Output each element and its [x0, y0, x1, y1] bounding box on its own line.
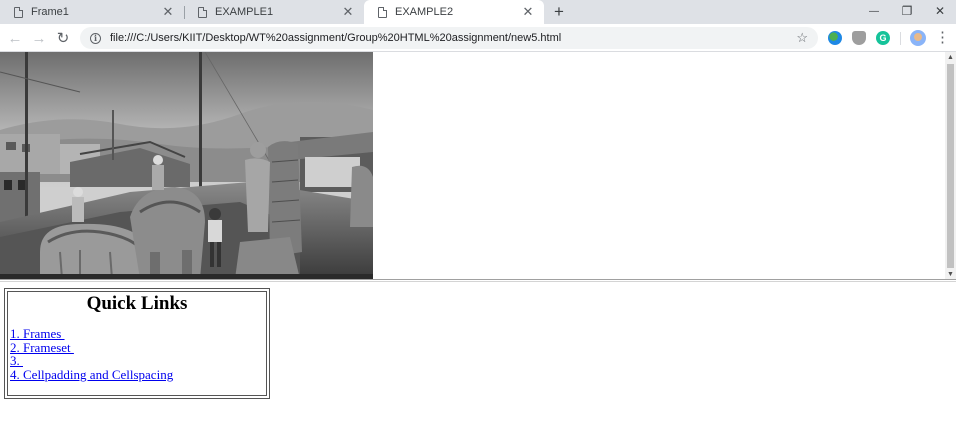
tab-example1[interactable]: EXAMPLE1 ✕ — [184, 0, 364, 24]
tab-example2[interactable]: EXAMPLE2 ✕ — [364, 0, 544, 24]
reload-button[interactable]: ↻ — [53, 28, 73, 48]
scroll-up-arrow[interactable]: ▲ — [945, 52, 956, 63]
avatar[interactable] — [910, 30, 926, 46]
rooftop-elephants-photo — [0, 52, 373, 279]
address-bar[interactable]: i file:///C:/Users/KIIT/Desktop/WT%20ass… — [80, 27, 818, 49]
tab-frame1[interactable]: Frame1 ✕ — [0, 0, 184, 24]
star-icon[interactable]: ☆ — [796, 30, 808, 46]
quick-links-table: Quick Links 1. Frames 2. Frameset 3. 4. … — [4, 288, 270, 399]
close-window-button[interactable]: ✕ — [924, 0, 956, 22]
shield-extension-icon[interactable] — [852, 31, 866, 45]
minimize-button[interactable]: — — [858, 0, 890, 22]
vertical-scrollbar[interactable]: ▲ ▼ — [945, 52, 956, 280]
top-frame: ▲ ▼ — [0, 52, 956, 280]
url-text[interactable]: file:///C:/Users/KIIT/Desktop/WT%20assig… — [110, 32, 561, 44]
grammarly-icon[interactable]: G — [876, 31, 890, 45]
link-cellpadding-cellspacing[interactable]: 4. Cellpadding and Cellspacing — [10, 367, 264, 382]
back-button[interactable]: ← — [5, 28, 25, 48]
globe-extension-icon[interactable] — [828, 31, 842, 45]
close-icon[interactable]: ✕ — [520, 4, 536, 20]
document-icon — [378, 6, 387, 18]
toolbar-separator — [900, 32, 901, 45]
tab-title: EXAMPLE2 — [395, 6, 454, 18]
tab-title: Frame1 — [31, 6, 69, 18]
tab-strip: Frame1 ✕ EXAMPLE1 ✕ EXAMPLE2 ✕ + — ❐ ✕ — [0, 0, 956, 24]
document-icon — [14, 6, 23, 18]
link-3[interactable]: 3. — [10, 354, 264, 368]
bottom-frame: Quick Links 1. Frames 2. Frameset 3. 4. … — [0, 282, 956, 433]
quick-links-heading: Quick Links — [86, 293, 188, 314]
document-icon — [198, 6, 207, 18]
link-frames[interactable]: 1. Frames — [10, 327, 264, 341]
close-icon[interactable]: ✕ — [160, 4, 176, 20]
tab-title: EXAMPLE1 — [215, 6, 274, 18]
browser-toolbar: ← → ↻ i file:///C:/Users/KIIT/Desktop/WT… — [0, 24, 956, 52]
scroll-thumb[interactable] — [947, 64, 954, 268]
quick-links-cell: Quick Links 1. Frames 2. Frameset 3. 4. … — [7, 291, 267, 396]
info-icon[interactable]: i — [90, 32, 101, 44]
menu-icon[interactable]: ⋮ — [935, 29, 950, 47]
close-icon[interactable]: ✕ — [340, 4, 356, 20]
new-tab-button[interactable]: + — [549, 2, 569, 21]
forward-button[interactable]: → — [29, 28, 49, 48]
link-frameset[interactable]: 2. Frameset — [10, 340, 264, 355]
restore-button[interactable]: ❐ — [891, 0, 923, 22]
